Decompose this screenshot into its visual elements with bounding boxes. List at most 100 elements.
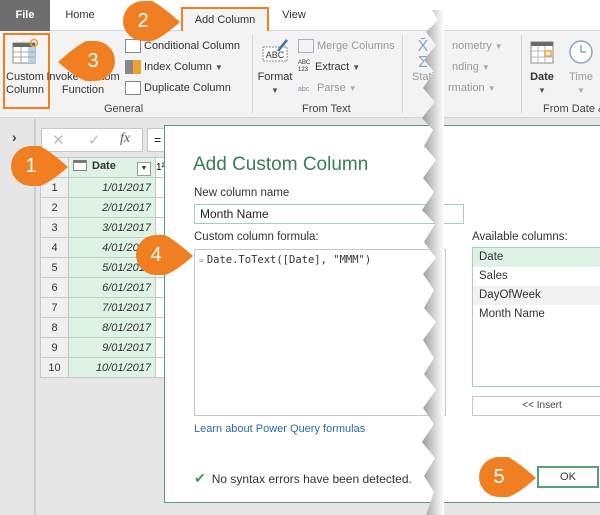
row-number[interactable]: 7 <box>40 297 69 318</box>
new-column-name-label: New column name <box>194 187 290 199</box>
available-columns-label: Available columns: <box>472 231 568 243</box>
group-divider <box>252 35 253 113</box>
chevron-down-icon: ▼ <box>481 63 490 72</box>
column-header-date[interactable]: Date ▼ <box>68 157 156 178</box>
chevron-down-icon: ▼ <box>494 42 503 51</box>
date-cell[interactable]: 9/01/2017 <box>68 337 156 358</box>
formula-editor[interactable]: = Date.ToText([Date], "MMM") <box>194 249 446 416</box>
tab-file[interactable]: File <box>0 0 50 31</box>
syntax-status: ✔ No syntax errors have been detected. <box>194 470 412 487</box>
row-number[interactable]: 10 <box>40 357 69 378</box>
callout-3: 3 <box>58 40 115 82</box>
expand-chevron-icon[interactable]: › <box>12 129 17 145</box>
row-number[interactable]: 5 <box>40 257 69 278</box>
dialog-title: Add Custom Column <box>193 154 369 175</box>
merge-columns-button[interactable]: Merge Columns <box>298 37 395 55</box>
date-cell[interactable]: 8/01/2017 <box>68 317 156 338</box>
filter-dropdown-icon[interactable]: ▼ <box>137 161 151 176</box>
tab-home[interactable]: Home <box>54 0 106 31</box>
extract-button[interactable]: ABC 123 Extract ▼ <box>298 58 360 76</box>
available-column-item[interactable]: Month Name <box>473 305 600 324</box>
date-cell[interactable]: 6/01/2017 <box>68 277 156 298</box>
fx-icon[interactable]: fx <box>120 131 130 147</box>
information-button[interactable]: rmation ▼ <box>448 79 496 97</box>
duplicate-column-button[interactable]: Duplicate Column <box>125 79 231 97</box>
learn-formulas-link[interactable]: Learn about Power Query formulas <box>194 423 365 435</box>
index-column-label: Index Column <box>144 61 212 73</box>
callout-2: 2 <box>122 0 180 42</box>
calendar-icon <box>530 41 554 64</box>
date-cell[interactable]: 2/01/2017 <box>68 197 156 218</box>
available-column-item[interactable]: DayOfWeek <box>473 286 600 305</box>
add-custom-column-dialog: Add Custom Column New column name Month … <box>164 125 600 503</box>
tab-add-column[interactable]: Add Column <box>181 7 269 31</box>
torn-edge-decoration <box>422 10 444 515</box>
table-row[interactable]: 7 7/01/2017 <box>40 297 168 318</box>
merge-columns-icon <box>298 39 314 54</box>
parse-button[interactable]: abc Parse ▼ <box>298 79 357 97</box>
ok-button[interactable]: OK <box>537 466 599 488</box>
ribbon-tab-bar: File Home Add Column View <box>0 0 600 31</box>
callout-4: 4 <box>135 234 193 276</box>
table-row[interactable]: 8 8/01/2017 <box>40 317 168 338</box>
row-number[interactable]: 4 <box>40 237 69 258</box>
available-column-item[interactable]: Sales <box>473 267 600 286</box>
chevron-down-icon: ▼ <box>214 63 223 72</box>
parse-icon: abc <box>298 86 310 94</box>
row-number[interactable]: 6 <box>40 277 69 298</box>
date-cell[interactable]: 10/01/2017 <box>68 357 156 378</box>
extract-icon: ABC 123 <box>298 60 311 74</box>
date-label: Date <box>530 71 554 83</box>
available-column-item[interactable]: Date <box>473 248 600 267</box>
date-cell[interactable]: 1/01/2017 <box>68 177 156 198</box>
callout-number: 4 <box>150 244 162 266</box>
power-query-editor: File Home Add Column View Custom Column … <box>0 0 600 515</box>
callout-5: 5 <box>478 456 536 498</box>
table-row[interactable]: 10 10/01/2017 <box>40 357 168 378</box>
trigonometry-button[interactable]: nometry ▼ <box>452 37 503 55</box>
rounding-label: nding <box>452 61 479 73</box>
syntax-status-text: No syntax errors have been detected. <box>211 472 412 486</box>
confirm-icon[interactable]: ✓ <box>88 131 101 149</box>
chevron-down-icon: ▼ <box>538 86 546 95</box>
date-button[interactable]: Date ▼ <box>524 35 560 97</box>
group-label-from-date: From Date & <box>543 103 600 115</box>
index-column-icon <box>125 60 141 75</box>
chevron-down-icon: ▼ <box>577 86 585 95</box>
row-number[interactable]: 9 <box>40 337 69 358</box>
table-row[interactable]: 2 2/01/2017 <box>40 197 168 218</box>
insert-button[interactable]: << Insert <box>472 396 600 416</box>
table-row[interactable]: 6 6/01/2017 <box>40 277 168 298</box>
merge-columns-label: Merge Columns <box>317 40 395 52</box>
tab-view[interactable]: View <box>270 0 318 31</box>
date-cell[interactable]: 7/01/2017 <box>68 297 156 318</box>
parse-label: Parse <box>317 82 346 94</box>
chevron-down-icon: ▼ <box>271 86 279 95</box>
callout-number: 3 <box>87 50 99 72</box>
table-row[interactable]: 9 9/01/2017 <box>40 337 168 358</box>
duplicate-column-icon <box>125 81 141 96</box>
index-column-button[interactable]: Index Column ▼ <box>125 58 223 76</box>
clock-icon <box>569 40 593 64</box>
group-divider <box>402 35 403 113</box>
formula-text: Date.ToText([Date], "MMM") <box>206 254 372 266</box>
chevron-down-icon: ▼ <box>352 63 361 72</box>
checkmark-icon: ✔ <box>194 470 206 486</box>
row-number[interactable]: 8 <box>40 317 69 338</box>
time-button[interactable]: Time ▼ <box>563 35 599 97</box>
rounding-button[interactable]: nding ▼ <box>452 58 490 76</box>
column-header-label: Date <box>92 159 116 172</box>
invoke-function-label-2: Function <box>61 84 105 96</box>
svg-text:ABC: ABC <box>266 50 285 60</box>
group-divider <box>521 35 522 113</box>
row-number[interactable]: 2 <box>40 197 69 218</box>
row-number[interactable]: 3 <box>40 217 69 238</box>
duplicate-column-label: Duplicate Column <box>144 82 231 94</box>
format-label: Format <box>257 71 293 83</box>
group-label-general: General <box>104 103 144 115</box>
chevron-down-icon: ▼ <box>348 84 357 93</box>
chevron-down-icon: ▼ <box>487 84 496 93</box>
format-button[interactable]: ABC Format ▼ <box>255 35 295 97</box>
group-label-from-text: From Text <box>302 103 351 115</box>
callout-1: 1 <box>10 145 68 187</box>
